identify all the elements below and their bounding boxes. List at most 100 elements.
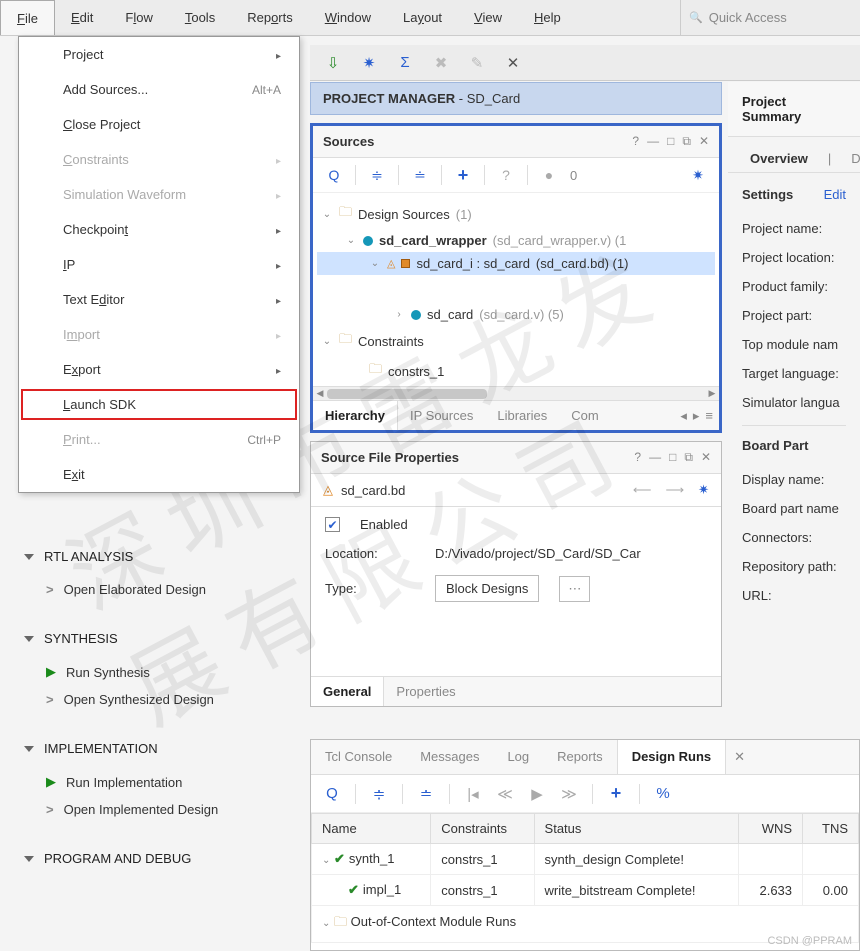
expander-icon[interactable]: ⌄	[345, 235, 357, 246]
close-tab-icon[interactable]: ✕	[726, 740, 753, 774]
file-export[interactable]: Export	[19, 352, 299, 387]
file-text-editor[interactable]: Text Editor	[19, 282, 299, 317]
forward-icon[interactable]: ⟶	[665, 482, 684, 498]
file-launch-sdk[interactable]: Launch SDK	[19, 387, 299, 422]
restore-icon[interactable]: □	[669, 450, 676, 465]
help2-icon[interactable]: ?	[495, 164, 517, 186]
search-icon[interactable]: Q	[323, 785, 341, 802]
next-icon[interactable]: ≫	[560, 785, 578, 803]
menu-edit[interactable]: Edit	[55, 0, 109, 35]
menu-reports[interactable]: Reports	[231, 0, 309, 35]
run-icon[interactable]: ▶	[528, 785, 546, 803]
col-constraints[interactable]: Constraints	[431, 814, 534, 844]
gear-icon[interactable]: ✷	[687, 164, 709, 186]
close-icon[interactable]: ✕	[699, 134, 709, 149]
sigma-icon[interactable]: Σ	[396, 54, 414, 72]
tab-tcl-console[interactable]: Tcl Console	[311, 740, 406, 774]
table-row[interactable]: ⌄ ✔synth_1 constrs_1 synth_design Comple…	[312, 844, 859, 875]
maximize-icon[interactable]: ⧉	[684, 450, 693, 465]
col-wns[interactable]: WNS	[739, 814, 803, 844]
maximize-icon[interactable]: ⧉	[682, 134, 691, 149]
tab-dashboard[interactable]: Das	[843, 145, 860, 172]
chevron-left-icon[interactable]: ◂	[680, 408, 687, 424]
expand-icon[interactable]: ≐	[409, 164, 431, 186]
menu-view[interactable]: View	[458, 0, 518, 35]
browse-button[interactable]: ⋯	[559, 576, 590, 602]
quick-access-input[interactable]: Quick Access	[680, 0, 860, 35]
tab-general[interactable]: General	[311, 677, 384, 706]
tab-properties[interactable]: Properties	[384, 677, 467, 706]
gear-icon[interactable]: ✷	[698, 482, 709, 498]
expander-icon[interactable]: ›	[393, 309, 405, 320]
file-close-project[interactable]: Close Project	[19, 107, 299, 142]
cancel-icon[interactable]: ✖	[432, 54, 450, 72]
help-icon[interactable]: ?	[634, 450, 641, 465]
file-exit[interactable]: Exit	[19, 457, 299, 492]
menu-flow[interactable]: Flow	[109, 0, 168, 35]
section-title[interactable]: IMPLEMENTATION	[24, 741, 276, 756]
menu-file[interactable]: File	[0, 0, 55, 35]
col-status[interactable]: Status	[534, 814, 739, 844]
tab-log[interactable]: Log	[493, 740, 543, 774]
tab-ip-sources[interactable]: IP Sources	[398, 401, 485, 430]
tab-overview[interactable]: Overview	[742, 145, 816, 172]
back-icon[interactable]: ⟵	[633, 482, 652, 498]
open-elaborated-design[interactable]: >Open Elaborated Design	[24, 576, 276, 603]
horizontal-scrollbar[interactable]: ◀▶	[313, 386, 719, 400]
no-connect-icon[interactable]: ✕	[504, 54, 522, 72]
run-synthesis[interactable]: ▶Run Synthesis	[24, 658, 276, 686]
chevron-right-icon[interactable]: ▸	[693, 408, 700, 424]
collapse-icon[interactable]: ≑	[366, 164, 388, 186]
menubar: File Edit Flow Tools Reports Window Layo…	[0, 0, 860, 36]
tab-hierarchy[interactable]: Hierarchy	[313, 401, 398, 430]
add-icon[interactable]: +	[607, 783, 625, 804]
section-title[interactable]: RTL ANALYSIS	[24, 549, 276, 564]
expand-icon[interactable]: ≐	[417, 785, 435, 803]
enabled-checkbox[interactable]: ✔	[325, 517, 340, 532]
tab-messages[interactable]: Messages	[406, 740, 493, 774]
open-synthesized-design[interactable]: >Open Synthesized Design	[24, 686, 276, 713]
tab-libraries[interactable]: Libraries	[485, 401, 559, 430]
file-ip[interactable]: IP	[19, 247, 299, 282]
section-title[interactable]: PROGRAM AND DEBUG	[24, 851, 276, 866]
run-icon[interactable]: ⇩	[324, 54, 342, 72]
expander-icon[interactable]: ⌄	[369, 258, 381, 269]
menu-help[interactable]: Help	[518, 0, 577, 35]
expander-icon[interactable]: ⌄	[322, 855, 330, 866]
tree-item-selected[interactable]: ⌄◬sd_card_i : sd_card (sd_card.bd) (1)	[317, 252, 715, 275]
close-icon[interactable]: ✕	[701, 450, 711, 465]
search-icon[interactable]: Q	[323, 164, 345, 186]
section-title[interactable]: SYNTHESIS	[24, 631, 276, 646]
expander-icon[interactable]: ⌄	[321, 336, 333, 347]
menu-layout[interactable]: Layout	[387, 0, 458, 35]
add-icon[interactable]: +	[452, 164, 474, 186]
collapse-icon[interactable]: ≑	[370, 785, 388, 803]
edit-link[interactable]: Edit	[824, 187, 846, 202]
settings-icon[interactable]: ✷	[360, 54, 378, 72]
highlight-icon[interactable]: ✎	[468, 54, 486, 72]
file-checkpoint[interactable]: Checkpoint	[19, 212, 299, 247]
menu-icon[interactable]: ≡	[705, 408, 713, 423]
minimize-icon[interactable]: —	[647, 134, 659, 149]
type-field[interactable]: Block Designs	[435, 575, 539, 602]
tab-compile[interactable]: Com	[559, 401, 610, 430]
file-project[interactable]: Project	[19, 37, 299, 72]
menu-window[interactable]: Window	[309, 0, 387, 35]
file-add-sources[interactable]: Add Sources...Alt+A	[19, 72, 299, 107]
menu-tools[interactable]: Tools	[169, 0, 231, 35]
expander-icon[interactable]: ⌄	[322, 918, 330, 929]
open-implemented-design[interactable]: >Open Implemented Design	[24, 796, 276, 823]
tab-reports[interactable]: Reports	[543, 740, 617, 774]
expander-icon[interactable]: ⌄	[321, 209, 333, 220]
minimize-icon[interactable]: —	[649, 450, 661, 465]
prev-icon[interactable]: ≪	[496, 785, 514, 803]
col-name[interactable]: Name	[312, 814, 431, 844]
percent-icon[interactable]: %	[654, 785, 672, 802]
first-icon[interactable]: |◂	[464, 785, 482, 803]
tab-design-runs[interactable]: Design Runs	[617, 740, 726, 774]
table-row[interactable]: ✔impl_1 constrs_1 write_bitstream Comple…	[312, 875, 859, 906]
run-implementation[interactable]: ▶Run Implementation	[24, 768, 276, 796]
col-tns[interactable]: TNS	[803, 814, 859, 844]
help-icon[interactable]: ?	[632, 134, 639, 149]
restore-icon[interactable]: □	[667, 134, 674, 149]
